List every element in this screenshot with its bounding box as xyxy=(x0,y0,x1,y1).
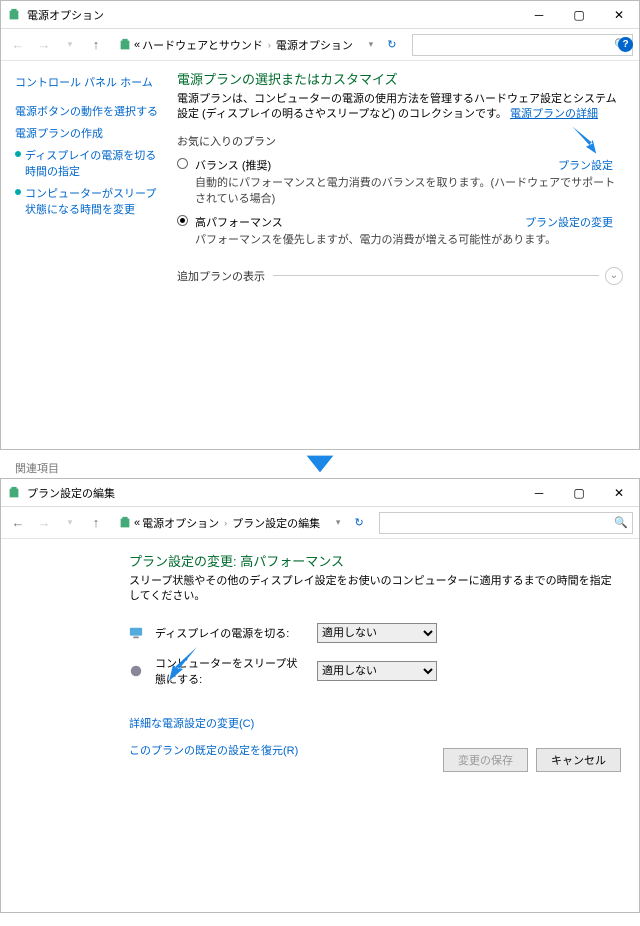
plan-high-performance[interactable]: 高パフォーマンス プラン設定の変更 パフォーマンスを優先しますが、電力の消費が増… xyxy=(177,210,623,251)
restore-defaults-link[interactable]: このプランの既定の設定を復元(R) xyxy=(129,745,298,757)
search-input[interactable]: 🔍 xyxy=(412,34,633,56)
sleep-select[interactable]: 適用しない xyxy=(317,661,437,681)
monitor-icon xyxy=(129,626,143,640)
sidebar-link[interactable]: コンピューターがスリープ状態になる時間を変更 xyxy=(15,182,163,220)
sidebar: コントロール パネル ホーム 電源ボタンの動作を選択する 電源プランの作成 ディ… xyxy=(1,61,171,449)
refresh-button[interactable]: ↻ xyxy=(382,38,402,51)
power-options-window: 電源オプション ─ ▢ ✕ ← → ▾ ↑ « ハードウェアとサウンド › 電源… xyxy=(0,0,640,450)
breadcrumb-item[interactable]: 電源オプション xyxy=(276,37,353,53)
sidebar-link[interactable]: 電源ボタンの動作を選択する xyxy=(15,100,163,122)
chevron-right-icon: › xyxy=(265,40,274,50)
minimize-button[interactable]: ─ xyxy=(519,480,559,506)
sleep-row: コンピューターをスリープ状態にする: 適用しない xyxy=(129,649,619,693)
breadcrumb-prefix: « xyxy=(134,39,140,51)
close-button[interactable]: ✕ xyxy=(599,480,639,506)
annotation-arrow-icon xyxy=(569,123,603,160)
display-off-label: ディスプレイの電源を切る: xyxy=(155,625,305,641)
sidebar-link-current[interactable]: ディスプレイの電源を切る時間の指定 xyxy=(15,144,163,182)
main-panel: 電源プランの選択またはカスタマイズ 電源プランは、コンピューターの電源の使用方法… xyxy=(171,61,639,449)
close-button[interactable]: ✕ xyxy=(599,2,639,28)
maximize-button[interactable]: ▢ xyxy=(559,2,599,28)
display-off-select[interactable]: 適用しない xyxy=(317,623,437,643)
moon-icon xyxy=(129,664,143,678)
page-description: 電源プランは、コンピューターの電源の使用方法を管理するハードウェア設定とシステム… xyxy=(177,92,623,125)
battery-icon xyxy=(7,486,21,500)
advanced-settings-link[interactable]: 詳細な電源設定の変更(C) xyxy=(129,718,254,730)
breadcrumb[interactable]: « 電源オプション › プラン設定の編集 xyxy=(111,512,327,534)
maximize-button[interactable]: ▢ xyxy=(559,480,599,506)
recent-button[interactable]: ▾ xyxy=(59,34,81,56)
search-icon: 🔍 xyxy=(610,516,632,529)
refresh-button[interactable]: ↻ xyxy=(349,516,369,529)
bullet-icon xyxy=(15,189,21,195)
breadcrumb-item[interactable]: ハードウェアとサウンド xyxy=(142,37,263,53)
up-button[interactable]: ↑ xyxy=(85,34,107,56)
breadcrumb[interactable]: « ハードウェアとサウンド › 電源オプション xyxy=(111,34,360,56)
main-panel: プラン設定の変更: 高パフォーマンス スリープ状態やその他のディスプレイ設定をお… xyxy=(1,539,639,912)
forward-button[interactable]: → xyxy=(33,512,55,534)
page-description: スリープ状態やその他のディスプレイ設定をお使いのコンピューターに適用するまでの時… xyxy=(129,574,619,607)
search-field[interactable] xyxy=(380,517,610,529)
window-title: 電源オプション xyxy=(27,7,519,23)
navbar: ← → ▾ ↑ « ハードウェアとサウンド › 電源オプション ▾ ↻ 🔍 xyxy=(1,29,639,61)
search-input[interactable]: 🔍 xyxy=(379,512,633,534)
expander-label: 追加プランの表示 xyxy=(177,268,273,284)
change-plan-settings-link[interactable]: プラン設定の変更 xyxy=(525,214,613,230)
battery-icon xyxy=(7,8,21,22)
chevron-down-icon[interactable]: ⌄ xyxy=(605,267,623,285)
edit-plan-window: プラン設定の編集 ─ ▢ ✕ ← → ▾ ↑ « 電源オプション › プラン設定… xyxy=(0,478,640,913)
minimize-button[interactable]: ─ xyxy=(519,2,559,28)
search-field[interactable] xyxy=(413,39,610,51)
location-dropdown[interactable]: ▾ xyxy=(364,39,378,50)
titlebar: 電源オプション ─ ▢ ✕ xyxy=(1,1,639,29)
breadcrumb-item[interactable]: 電源オプション xyxy=(142,515,219,531)
radio-unchecked-icon[interactable] xyxy=(177,158,188,169)
breadcrumb-item[interactable]: プラン設定の編集 xyxy=(232,515,320,531)
plan-balanced[interactable]: バランス (推奨) プラン設定 自動的にパフォーマンスと電力消費のバランスを取り… xyxy=(177,153,623,210)
back-button[interactable]: ← xyxy=(7,512,29,534)
plan-name: バランス (推奨) xyxy=(195,160,271,172)
plan-description: 自動的にパフォーマンスと電力消費のバランスを取ります。(ハードウェアでサポートさ… xyxy=(195,173,623,206)
recent-button[interactable]: ▾ xyxy=(59,512,81,534)
window-title: プラン設定の編集 xyxy=(27,485,519,501)
related-heading: 関連項目 xyxy=(15,460,163,476)
additional-plans-expander[interactable]: 追加プランの表示 ⌄ xyxy=(177,267,623,285)
battery-icon xyxy=(118,38,132,52)
chevron-right-icon: › xyxy=(221,518,230,528)
save-button[interactable]: 変更の保存 xyxy=(443,748,528,772)
annotation-arrow-icon xyxy=(303,454,337,474)
help-icon[interactable]: ? xyxy=(618,37,633,52)
bullet-icon xyxy=(15,151,21,157)
breadcrumb-prefix: « xyxy=(134,517,140,529)
control-panel-home-link[interactable]: コントロール パネル ホーム xyxy=(15,71,163,100)
page-heading: プラン設定の変更: 高パフォーマンス xyxy=(129,551,619,574)
favorite-plans-label: お気に入りのプラン xyxy=(177,125,623,153)
divider xyxy=(273,275,599,276)
location-dropdown[interactable]: ▾ xyxy=(331,517,345,528)
cancel-button[interactable]: キャンセル xyxy=(536,748,621,772)
navbar: ← → ▾ ↑ « 電源オプション › プラン設定の編集 ▾ ↻ 🔍 xyxy=(1,507,639,539)
plan-details-link[interactable]: 電源プランの詳細 xyxy=(510,108,598,120)
sidebar-link[interactable]: 電源プランの作成 xyxy=(15,122,163,144)
annotation-arrow-icon xyxy=(161,643,201,686)
titlebar: プラン設定の編集 ─ ▢ ✕ xyxy=(1,479,639,507)
forward-button[interactable]: → xyxy=(33,34,55,56)
page-heading: 電源プランの選択またはカスタマイズ xyxy=(177,69,623,92)
plan-description: パフォーマンスを優先しますが、電力の消費が増える可能性があります。 xyxy=(195,230,623,247)
up-button[interactable]: ↑ xyxy=(85,512,107,534)
battery-icon xyxy=(118,516,132,530)
plan-name: 高パフォーマンス xyxy=(195,217,283,229)
display-off-row: ディスプレイの電源を切る: 適用しない xyxy=(129,617,619,649)
radio-checked-icon[interactable] xyxy=(177,215,188,226)
button-row: 変更の保存 キャンセル xyxy=(443,748,621,772)
back-button[interactable]: ← xyxy=(7,34,29,56)
